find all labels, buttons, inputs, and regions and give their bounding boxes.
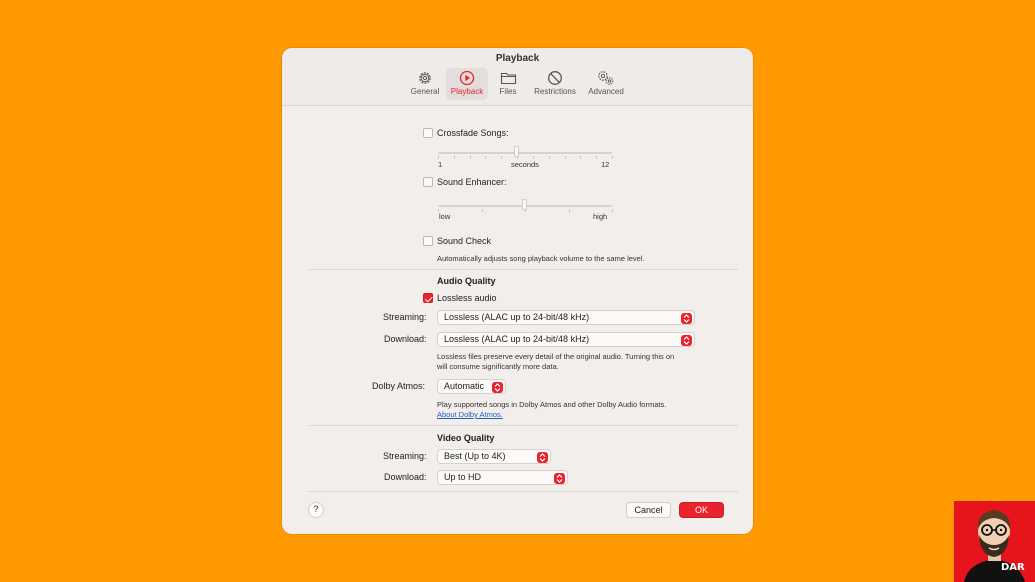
audio-streaming-value: Lossless (ALAC up to 24-bit/48 kHz) [444, 312, 590, 322]
sound-enhancer-checkbox[interactable] [423, 177, 433, 187]
audio-download-value: Lossless (ALAC up to 24-bit/48 kHz) [444, 334, 590, 344]
tab-bar: General Playback Files Restrictions Adva… [282, 68, 753, 100]
chevron-updown-icon [492, 381, 503, 393]
tab-label: Playback [450, 87, 484, 96]
audio-download-label: Download: [384, 334, 427, 344]
video-quality-heading: Video Quality [437, 433, 495, 443]
lossless-note-line1: Lossless files preserve every detail of … [437, 352, 675, 361]
tab-advanced[interactable]: Advanced [586, 68, 626, 100]
tab-files[interactable]: Files [494, 68, 522, 100]
chevron-updown-icon [681, 334, 692, 346]
help-button[interactable]: ? [308, 502, 324, 518]
video-streaming-value: Best (Up to 4K) [444, 451, 506, 461]
tab-label: Advanced [588, 87, 624, 96]
crossfade-unit-label: seconds [511, 160, 539, 169]
window-title: Playback [495, 53, 540, 64]
chevron-updown-icon [681, 312, 692, 324]
audio-download-select[interactable]: Lossless (ALAC up to 24-bit/48 kHz) [437, 332, 695, 347]
slider-tick [481, 209, 483, 212]
gear-icon [419, 72, 431, 84]
slider-tick [564, 156, 566, 159]
lossless-audio-label: Lossless audio [437, 293, 497, 303]
crossfade-slider-thumb[interactable] [514, 146, 519, 157]
crossfade-slider[interactable] [438, 152, 612, 154]
ok-button[interactable]: OK [679, 502, 724, 518]
chevron-updown-icon [537, 451, 548, 463]
slider-tick [501, 156, 503, 159]
lossless-audio-checkbox[interactable] [423, 293, 433, 303]
dolby-atmos-value: Automatic [444, 381, 485, 391]
tab-restrictions[interactable]: Restrictions [531, 68, 579, 100]
slider-tick [596, 156, 598, 159]
slider-tick [568, 209, 570, 212]
sound-check-label: Sound Check [437, 236, 492, 246]
tab-general[interactable]: General [407, 68, 443, 100]
audio-streaming-select[interactable]: Lossless (ALAC up to 24-bit/48 kHz) [437, 310, 695, 325]
sound-enhancer-slider-thumb[interactable] [522, 199, 527, 210]
slider-tick [485, 156, 487, 159]
tab-playback[interactable]: Playback [446, 68, 488, 100]
sound-check-description: Automatically adjusts song playback volu… [437, 254, 645, 263]
tab-label: Restrictions [534, 87, 576, 96]
slider-tick [469, 156, 471, 159]
tab-label: Files [499, 87, 517, 96]
about-dolby-atmos-link[interactable]: About Dolby Atmos. [437, 410, 503, 419]
video-streaming-select[interactable]: Best (Up to 4K) [437, 449, 551, 464]
dolby-atmos-select[interactable]: Automatic [437, 379, 506, 394]
preferences-toolbar: Playback General Playback Files Restrict… [282, 48, 753, 106]
dolby-atmos-label: Dolby Atmos: [372, 381, 426, 391]
slider-tick [453, 156, 455, 159]
slider-tick [612, 209, 613, 212]
sound-enhancer-max-label: high [593, 212, 608, 221]
chevron-updown-icon [554, 472, 565, 484]
slider-tick [532, 156, 534, 159]
play-circle-icon [459, 70, 475, 86]
tab-label: General [410, 87, 440, 96]
crossfade-checkbox[interactable] [423, 128, 433, 138]
sound-enhancer-min-label: low [439, 212, 451, 221]
lossless-note-line2: will consume significantly more data. [437, 362, 559, 371]
separator [308, 425, 738, 426]
audio-streaming-label: Streaming: [383, 312, 427, 322]
watermark-avatar: DAR [954, 501, 1035, 582]
preferences-window: Playback General Playback Files Restrict… [282, 48, 753, 534]
video-download-value: Up to HD [444, 472, 482, 482]
separator [308, 269, 738, 270]
dolby-note: Play supported songs in Dolby Atmos and … [437, 400, 667, 409]
folder-icon [500, 72, 516, 85]
crossfade-min-label: 1 [438, 160, 443, 169]
video-streaming-label: Streaming: [383, 451, 427, 461]
sound-enhancer-label: Sound Enhancer: [437, 177, 507, 187]
crossfade-max-label: 12 [601, 160, 610, 169]
crossfade-label: Crossfade Songs: [437, 128, 509, 138]
audio-quality-heading: Audio Quality [437, 276, 496, 286]
sound-check-checkbox[interactable] [423, 236, 433, 246]
video-download-select[interactable]: Up to HD [437, 470, 568, 485]
video-download-label: Download: [384, 472, 427, 482]
cancel-button[interactable]: Cancel [626, 502, 671, 518]
slider-tick [548, 156, 550, 159]
prohibited-icon [548, 71, 562, 85]
slider-tick [612, 156, 613, 159]
slider-tick [438, 156, 439, 159]
watermark-text: DAR [1001, 562, 1025, 573]
separator [308, 491, 738, 492]
slider-tick [580, 156, 582, 159]
gears-icon [598, 71, 614, 85]
